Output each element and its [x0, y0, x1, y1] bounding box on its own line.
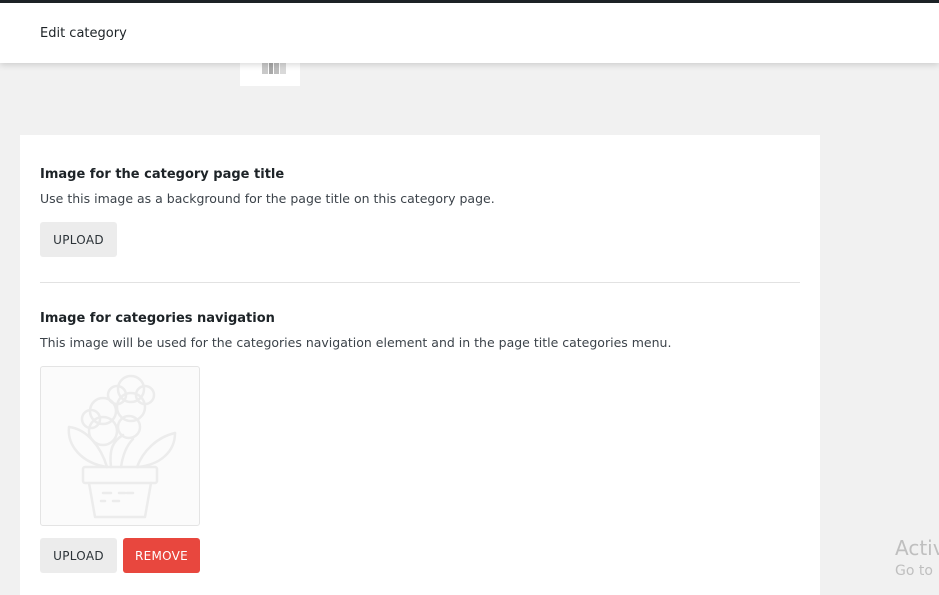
activation-watermark: Activ: [895, 536, 939, 560]
navigation-image-remove-button[interactable]: REMOVE: [123, 538, 200, 573]
page-title-image-upload-button[interactable]: UPLOAD: [40, 222, 117, 257]
navigation-image-heading: Image for categories navigation: [40, 311, 275, 326]
section-divider: [40, 282, 800, 283]
page-title-image-description: Use this image as a background for the p…: [40, 191, 495, 206]
navigation-image-preview: [40, 366, 200, 526]
flower-pot-icon: [67, 374, 177, 519]
navigation-image-description: This image will be used for the categori…: [40, 335, 672, 350]
category-images-card: Image for the category page title Use th…: [20, 135, 820, 595]
category-thumbnail: [240, 60, 300, 86]
page-title: Edit category: [40, 26, 127, 41]
page-title-image-heading: Image for the category page title: [40, 167, 285, 182]
navigation-image-upload-button[interactable]: UPLOAD: [40, 538, 117, 573]
page-header: Edit category: [0, 3, 939, 63]
activation-watermark-subtitle: Go to: [895, 563, 933, 579]
